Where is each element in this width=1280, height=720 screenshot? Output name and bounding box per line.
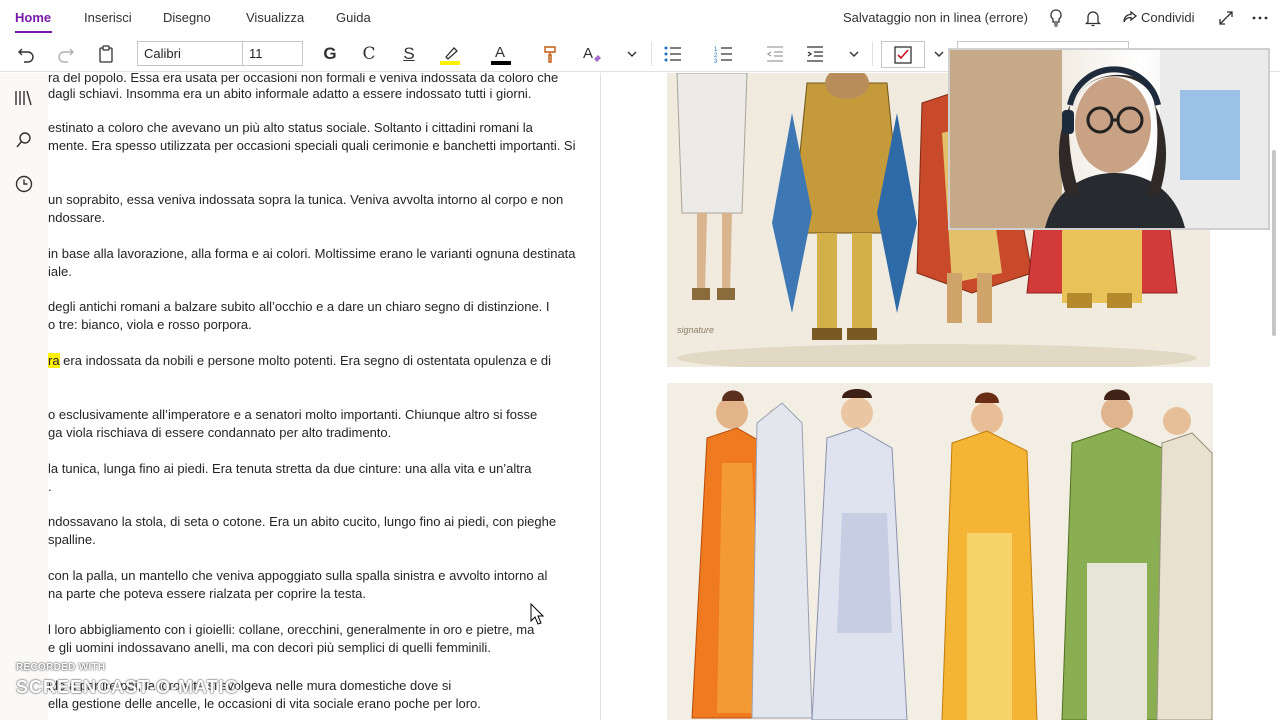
text-line: con la palla, un mantello che veniva app… [48, 567, 547, 585]
text-line-content: mente. Era spesso utilizzata per occasio… [48, 138, 576, 153]
svg-text:3: 3 [714, 59, 718, 65]
more-options-icon[interactable] [1250, 8, 1270, 28]
font-color-icon[interactable]: A [489, 42, 513, 66]
text-line: o esclusivamente all’imperatore e a sena… [48, 406, 537, 424]
text-line: spalline. [48, 531, 96, 549]
text-line: un soprabito, essa veniva indossata sopr… [48, 191, 563, 209]
text-line: ndossare. [48, 209, 105, 227]
text-line-content: estinato a coloro che avevano un più alt… [48, 120, 533, 135]
svg-text:signature: signature [677, 325, 714, 335]
text-line-content: ga viola rischiava di essere condannato … [48, 425, 392, 440]
recording-watermark: RECORDED WITH SCREENCAST-O-MATIC [16, 662, 239, 698]
todo-tag-button[interactable] [881, 41, 925, 68]
tab-draw[interactable]: Disegno [163, 10, 211, 25]
text-line-content: ella gestione delle ancelle, le occasion… [48, 696, 481, 711]
text-line-content: spalline. [48, 532, 96, 547]
text-line-content: ndossavano la stola, di seta o cotone. E… [48, 514, 557, 529]
vertical-scrollbar[interactable] [1272, 150, 1276, 336]
highlight-icon[interactable] [438, 42, 462, 66]
text-line: iale. [48, 263, 72, 281]
text-line: in base alla lavorazione, alla forma e a… [48, 245, 576, 263]
text-line-content: iale. [48, 264, 72, 279]
watermark-logo: SCREENCAST-O-MATIC [16, 677, 239, 697]
svg-text:A: A [583, 45, 593, 62]
webcam-overlay [948, 48, 1270, 230]
numbered-list-icon[interactable]: 123 [712, 42, 736, 66]
undo-icon[interactable] [14, 42, 38, 66]
text-line: na parte che poteva essere rialzata per … [48, 585, 366, 603]
increase-indent-icon[interactable] [803, 42, 827, 66]
text-line-content: na parte che poteva essere rialzata per … [48, 586, 366, 601]
toolbar-divider [651, 42, 652, 66]
clipboard-icon[interactable] [94, 42, 118, 66]
italic-button[interactable]: C [357, 42, 381, 66]
active-tab-indicator [15, 31, 52, 33]
underline-button[interactable]: S [397, 42, 421, 66]
font-size-input[interactable]: 11 [242, 41, 303, 66]
text-line: la tunica, lunga fino ai piedi. Era tenu… [48, 460, 531, 478]
content-divider [600, 73, 601, 720]
left-navigation [0, 73, 48, 720]
text-line-content: o tre: bianco, viola e rosso porpora. [48, 317, 252, 332]
format-painter-icon[interactable] [540, 42, 564, 66]
expand-icon[interactable] [1216, 8, 1236, 28]
text-line-content: ra del popolo. Essa era usata per occasi… [48, 73, 559, 85]
lightbulb-icon[interactable] [1046, 8, 1066, 28]
text-line-content: con la palla, un mantello che veniva app… [48, 568, 548, 583]
tab-view[interactable]: Visualizza [246, 10, 304, 25]
clear-formatting-icon[interactable]: A [580, 42, 604, 66]
text-line: o tre: bianco, viola e rosso porpora. [48, 316, 252, 334]
tab-insert[interactable]: Inserisci [84, 10, 132, 25]
font-name-input[interactable]: Calibri [137, 41, 243, 66]
text-line: degli antichi romani a balzare subito al… [48, 298, 550, 316]
text-line-content: e gli uomini indossavano anelli, ma con … [48, 640, 491, 655]
tab-home[interactable]: Home [15, 10, 51, 25]
text-line: . [48, 478, 52, 496]
text-line-content: . [48, 479, 52, 494]
text-line: mente. Era spesso utilizzata per occasio… [48, 137, 575, 155]
share-icon[interactable] [1120, 8, 1140, 28]
text-line: dagli schiavi. Insomma era un abito info… [48, 85, 531, 103]
share-button[interactable]: Condividi [1141, 10, 1194, 25]
text-line-content: dagli schiavi. Insomma era un abito info… [48, 86, 532, 101]
roman-women-costume-image[interactable] [667, 383, 1213, 720]
bell-icon[interactable] [1083, 8, 1103, 28]
highlighted-text: ra [48, 353, 60, 368]
text-line-content: degli antichi romani a balzare subito al… [48, 299, 550, 314]
text-line: estinato a coloro che avevano un più alt… [48, 119, 533, 137]
text-line-content: in base alla lavorazione, alla forma e a… [48, 246, 576, 261]
text-line-content: o esclusivamente all’imperatore e a sena… [48, 407, 538, 422]
text-line-content: era indossata da nobili e persone molto … [59, 353, 552, 368]
bullet-list-icon[interactable] [661, 42, 685, 66]
save-status: Salvataggio non in linea (errore) [843, 10, 1028, 25]
page-content[interactable]: ra del popolo. Essa era usata per occasi… [48, 73, 600, 720]
text-line: l loro abbigliamento con i gioielli: col… [48, 621, 534, 639]
notebooks-icon[interactable] [14, 88, 34, 108]
bold-button[interactable]: G [318, 42, 342, 66]
watermark-line1: RECORDED WITH [16, 662, 106, 673]
recent-icon[interactable] [14, 174, 34, 194]
svg-text:A: A [495, 44, 505, 61]
text-line: ndossavano la stola, di seta o cotone. E… [48, 513, 556, 531]
tab-help[interactable]: Guida [336, 10, 371, 25]
text-line-content: l loro abbigliamento con i gioielli: col… [48, 622, 535, 637]
text-line: ga viola rischiava di essere condannato … [48, 424, 391, 442]
text-line: e gli uomini indossavano anelli, ma con … [48, 639, 491, 657]
redo-icon[interactable] [54, 42, 78, 66]
search-icon[interactable] [14, 130, 34, 150]
ribbon-tab-bar: Home Inserisci Disegno Visualizza Guida … [0, 0, 1280, 36]
chevron-down-icon[interactable] [842, 42, 866, 66]
text-line-content: un soprabito, essa veniva indossata sopr… [48, 192, 564, 207]
text-line: ra era indossata da nobili e persone mol… [48, 352, 551, 370]
decrease-indent-icon[interactable] [763, 42, 787, 66]
mouse-cursor-icon [530, 602, 545, 630]
text-line-content: ndossare. [48, 210, 106, 225]
chevron-down-icon[interactable] [620, 42, 644, 66]
toolbar-divider [872, 42, 873, 66]
text-line-content: la tunica, lunga fino ai piedi. Era tenu… [48, 461, 532, 476]
